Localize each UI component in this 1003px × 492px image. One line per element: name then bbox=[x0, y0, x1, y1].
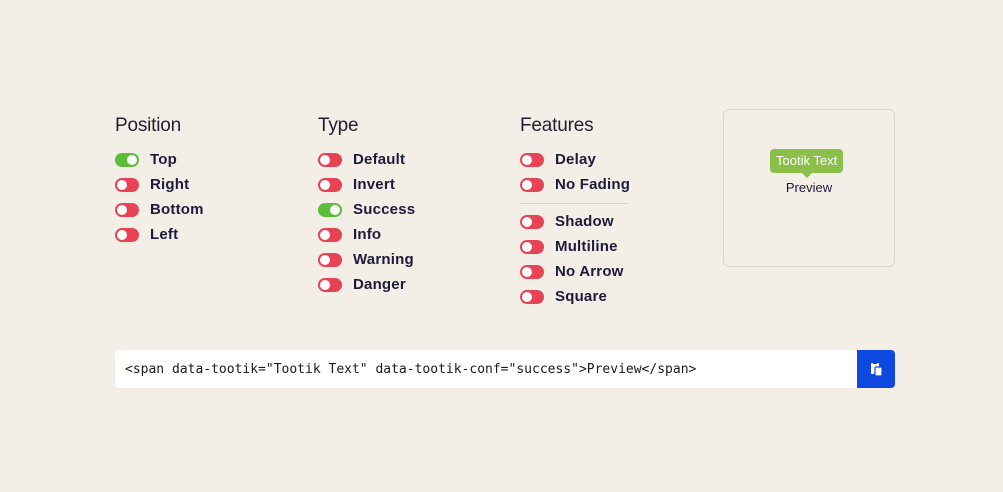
type-column: Type Default Invert Success Info Warning Dang… bbox=[318, 115, 415, 297]
option-label: Warning bbox=[353, 251, 414, 268]
option-square[interactable]: Square bbox=[520, 284, 630, 309]
option-shadow[interactable]: Shadow bbox=[520, 209, 630, 234]
option-label: Danger bbox=[353, 276, 406, 293]
option-label: No Fading bbox=[555, 176, 631, 193]
position-options: Top Right Bottom Left bbox=[115, 147, 204, 247]
option-left[interactable]: Left bbox=[115, 222, 204, 247]
code-output-field[interactable] bbox=[115, 350, 857, 388]
toggle-success[interactable] bbox=[318, 202, 342, 217]
tooltip-arrow bbox=[801, 173, 812, 178]
toggle-knob bbox=[117, 229, 127, 240]
option-label: No Arrow bbox=[555, 263, 624, 280]
toggle-delay[interactable] bbox=[520, 152, 544, 167]
option-label: Default bbox=[353, 151, 406, 168]
toggle-danger[interactable] bbox=[318, 277, 342, 292]
toggle-knob bbox=[117, 204, 127, 215]
option-label: Success bbox=[353, 201, 416, 218]
option-label: Top bbox=[150, 151, 177, 168]
features-options-secondary: Shadow Multiline No Arrow Square bbox=[520, 209, 630, 309]
tootik-demo-page: Position Top Right Bottom Left Type Default… bbox=[0, 0, 1003, 492]
toggle-no-arrow[interactable] bbox=[520, 264, 544, 279]
option-label: Delay bbox=[555, 151, 597, 168]
option-no-fading[interactable]: No Fading bbox=[520, 172, 630, 197]
toggle-knob bbox=[320, 279, 330, 290]
features-column: Features Delay No Fading Shadow Multiline N… bbox=[520, 115, 630, 309]
toggle-warning[interactable] bbox=[318, 252, 342, 267]
toggle-info[interactable] bbox=[318, 227, 342, 242]
toggle-knob bbox=[522, 241, 532, 252]
toggle-knob bbox=[127, 154, 137, 165]
option-invert[interactable]: Invert bbox=[318, 172, 415, 197]
option-right[interactable]: Right bbox=[115, 172, 204, 197]
option-info[interactable]: Info bbox=[318, 222, 415, 247]
type-options: Default Invert Success Info Warning Danger bbox=[318, 147, 415, 297]
option-multiline[interactable]: Multiline bbox=[520, 234, 630, 259]
type-heading: Type bbox=[318, 115, 359, 136]
option-no-arrow[interactable]: No Arrow bbox=[520, 259, 630, 284]
toggle-right[interactable] bbox=[115, 177, 139, 192]
toggle-knob bbox=[522, 154, 532, 165]
toggle-multiline[interactable] bbox=[520, 239, 544, 254]
toggle-no-fading[interactable] bbox=[520, 177, 544, 192]
option-label: Shadow bbox=[555, 213, 614, 230]
features-divider bbox=[520, 203, 628, 204]
option-label: Right bbox=[150, 176, 190, 193]
features-heading: Features bbox=[520, 115, 594, 136]
tooltip-bubble: Tootik Text bbox=[770, 149, 844, 178]
toggle-left[interactable] bbox=[115, 227, 139, 242]
toggle-knob bbox=[522, 179, 532, 190]
tooltip-text: Tootik Text bbox=[776, 153, 838, 168]
option-default[interactable]: Default bbox=[318, 147, 415, 172]
position-heading: Position bbox=[115, 115, 181, 136]
option-warning[interactable]: Warning bbox=[318, 247, 415, 272]
toggle-knob bbox=[522, 216, 532, 227]
option-success[interactable]: Success bbox=[318, 197, 415, 222]
toggle-knob bbox=[522, 291, 532, 302]
toggle-default[interactable] bbox=[318, 152, 342, 167]
features-options-primary: Delay No Fading bbox=[520, 147, 630, 197]
toggle-knob bbox=[522, 266, 532, 277]
option-label: Multiline bbox=[555, 238, 618, 255]
option-label: Info bbox=[353, 226, 382, 243]
preview-card: Tootik Text Preview bbox=[723, 109, 895, 267]
position-column: Position Top Right Bottom Left bbox=[115, 115, 204, 247]
option-delay[interactable]: Delay bbox=[520, 147, 630, 172]
toggle-knob bbox=[320, 229, 330, 240]
toggle-knob bbox=[320, 154, 330, 165]
toggle-knob bbox=[320, 179, 330, 190]
toggle-knob bbox=[117, 179, 127, 190]
toggle-knob bbox=[330, 204, 340, 215]
toggle-knob bbox=[320, 254, 330, 265]
clipboard-icon bbox=[871, 362, 883, 377]
toggle-bottom[interactable] bbox=[115, 202, 139, 217]
option-danger[interactable]: Danger bbox=[318, 272, 415, 297]
preview-target[interactable]: Preview bbox=[724, 180, 894, 195]
toggle-invert[interactable] bbox=[318, 177, 342, 192]
option-top[interactable]: Top bbox=[115, 147, 204, 172]
code-output-bar bbox=[115, 350, 895, 388]
toggle-shadow[interactable] bbox=[520, 214, 544, 229]
option-label: Left bbox=[150, 226, 179, 243]
toggle-top[interactable] bbox=[115, 152, 139, 167]
option-label: Invert bbox=[353, 176, 396, 193]
toggle-square[interactable] bbox=[520, 289, 544, 304]
option-label: Square bbox=[555, 288, 608, 305]
option-bottom[interactable]: Bottom bbox=[115, 197, 204, 222]
copy-button[interactable] bbox=[857, 350, 895, 388]
option-label: Bottom bbox=[150, 201, 204, 218]
